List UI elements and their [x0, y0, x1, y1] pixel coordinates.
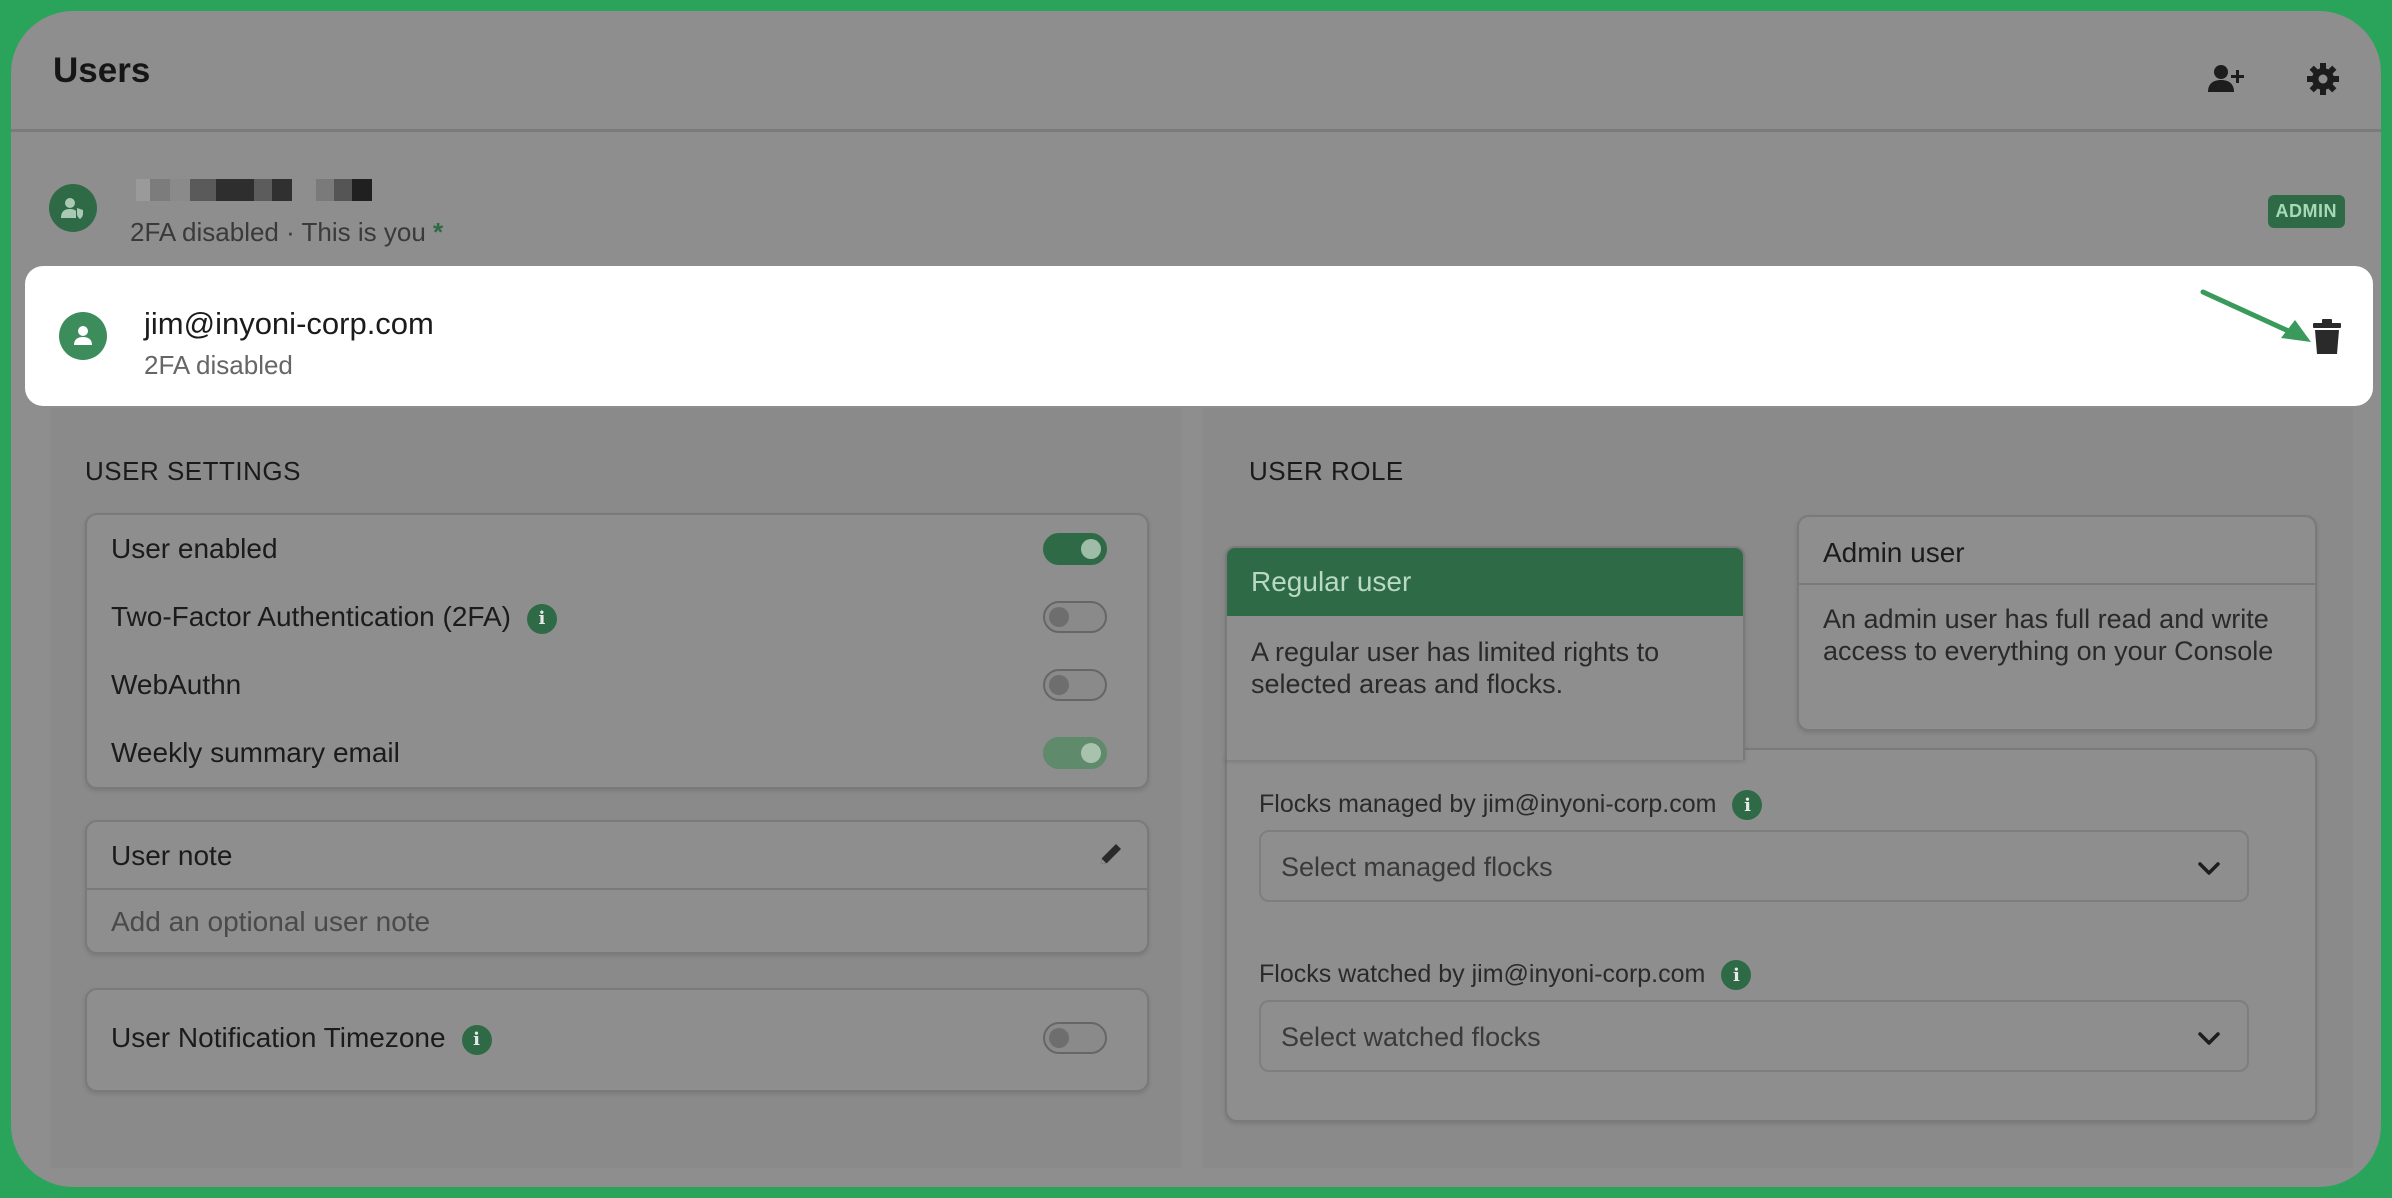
- user-role-panel: USER ROLE Flocks managed by jim@inyoni-c…: [1203, 408, 2353, 1168]
- watched-flocks-select[interactable]: Select watched flocks: [1259, 1000, 2249, 1072]
- setting-timezone: User Notification Timezone i: [111, 1018, 1123, 1058]
- user-enabled-toggle[interactable]: [1043, 533, 1107, 565]
- managed-flocks-select[interactable]: Select managed flocks: [1259, 830, 2249, 902]
- trash-icon: [2313, 319, 2341, 354]
- admin-avatar: [49, 184, 97, 232]
- info-icon[interactable]: i: [1721, 960, 1752, 991]
- pointer-arrow-icon: [2200, 289, 2311, 342]
- info-icon[interactable]: i: [526, 603, 557, 634]
- watched-flocks-label-text: Flocks watched by jim@inyoni-corp.com: [1259, 960, 1706, 988]
- setting-label: User enabled: [111, 533, 278, 564]
- users-page: Users 2FA disabled · This is you * ADMIN…: [11, 11, 2381, 1187]
- admin-user-title: Admin user: [1823, 537, 1965, 568]
- info-icon[interactable]: i: [1732, 790, 1763, 821]
- setting-weekly-summary: Weekly summary email: [111, 733, 1123, 773]
- setting-user-enabled: User enabled: [111, 529, 1123, 569]
- user-icon: [74, 326, 92, 345]
- selected-user-email: jim@inyoni-corp.com: [144, 306, 434, 341]
- setting-label: Weekly summary email: [111, 737, 400, 768]
- managed-flocks-label: Flocks managed by jim@inyoni-corp.com i: [1259, 790, 1763, 821]
- add-user-button[interactable]: [2206, 59, 2246, 99]
- regular-user-title: Regular user: [1227, 548, 1743, 616]
- managed-flocks-placeholder: Select managed flocks: [1281, 852, 1553, 882]
- setting-label-timezone: User Notification Timezone i: [111, 1022, 492, 1055]
- chevron-down-icon: [2198, 862, 2220, 875]
- you-marker: *: [433, 217, 444, 247]
- divider: [87, 888, 1147, 890]
- page-title: Users: [53, 51, 151, 90]
- two-factor-toggle[interactable]: [1043, 601, 1107, 633]
- setting-label: Two-Factor Authentication (2FA): [111, 601, 511, 632]
- timezone-card: User Notification Timezone i: [85, 988, 1149, 1092]
- admin-badge: ADMIN: [2267, 195, 2345, 228]
- settings-button[interactable]: [2303, 59, 2343, 99]
- gear-icon: [2307, 63, 2339, 95]
- delete-user-button[interactable]: [2310, 318, 2344, 356]
- regular-user-description: A regular user has limited rights to sel…: [1251, 637, 1660, 699]
- setting-label-2fa: Two-Factor Authentication (2FA) i: [111, 601, 557, 634]
- setting-webauthn: WebAuthn: [111, 665, 1123, 705]
- webauthn-toggle[interactable]: [1043, 669, 1107, 701]
- user-shield-icon: [61, 198, 83, 219]
- info-icon[interactable]: i: [461, 1024, 492, 1055]
- flocks-card: Flocks managed by jim@inyoni-corp.com i S…: [1225, 748, 2317, 1122]
- selected-user-status: 2FA disabled: [144, 350, 293, 380]
- admin-user-option[interactable]: Admin user An admin user has full read a…: [1797, 515, 2317, 731]
- user-note-input[interactable]: Add an optional user note: [111, 906, 430, 938]
- current-user-row[interactable]: 2FA disabled · This is you * ADMIN: [11, 139, 2381, 269]
- user-note-card: User note Add an optional user note: [85, 820, 1149, 954]
- settings-card: User enabled Two-Factor Authentication (…: [85, 513, 1149, 789]
- page-header: Users: [11, 11, 2381, 132]
- divider: [1799, 583, 2315, 585]
- setting-label: User Notification Timezone: [111, 1022, 446, 1053]
- pencil-icon[interactable]: [1097, 840, 1125, 868]
- current-user-status: 2FA disabled · This is you *: [130, 217, 443, 248]
- regular-user-option[interactable]: Regular user A regular user has limited …: [1225, 546, 1745, 760]
- user-avatar: [59, 312, 107, 360]
- weekly-summary-toggle[interactable]: [1043, 737, 1107, 769]
- app-window: Users 2FA disabled · This is you * ADMIN…: [11, 11, 2381, 1187]
- setting-label: WebAuthn: [111, 669, 242, 700]
- user-settings-title: USER SETTINGS: [85, 456, 301, 486]
- timezone-toggle[interactable]: [1043, 1022, 1107, 1054]
- admin-user-description: An admin user has full read and write ac…: [1823, 604, 2274, 666]
- selected-user-row[interactable]: jim@inyoni-corp.com 2FA disabled: [25, 266, 2373, 406]
- redacted-name: [136, 179, 392, 201]
- current-user-status-text: 2FA disabled · This is you: [130, 217, 426, 247]
- managed-flocks-label-text: Flocks managed by jim@inyoni-corp.com: [1259, 790, 1717, 818]
- user-role-title: USER ROLE: [1249, 456, 1404, 486]
- watched-flocks-label: Flocks watched by jim@inyoni-corp.com i: [1259, 960, 1752, 991]
- setting-2fa: Two-Factor Authentication (2FA) i: [111, 597, 1123, 637]
- chevron-down-icon: [2198, 1032, 2220, 1045]
- user-plus-icon: [2208, 65, 2244, 92]
- user-settings-panel: USER SETTINGS User enabled Two-Factor Au…: [51, 408, 1181, 1168]
- watched-flocks-placeholder: Select watched flocks: [1281, 1022, 1541, 1052]
- user-note-title: User note: [111, 840, 233, 871]
